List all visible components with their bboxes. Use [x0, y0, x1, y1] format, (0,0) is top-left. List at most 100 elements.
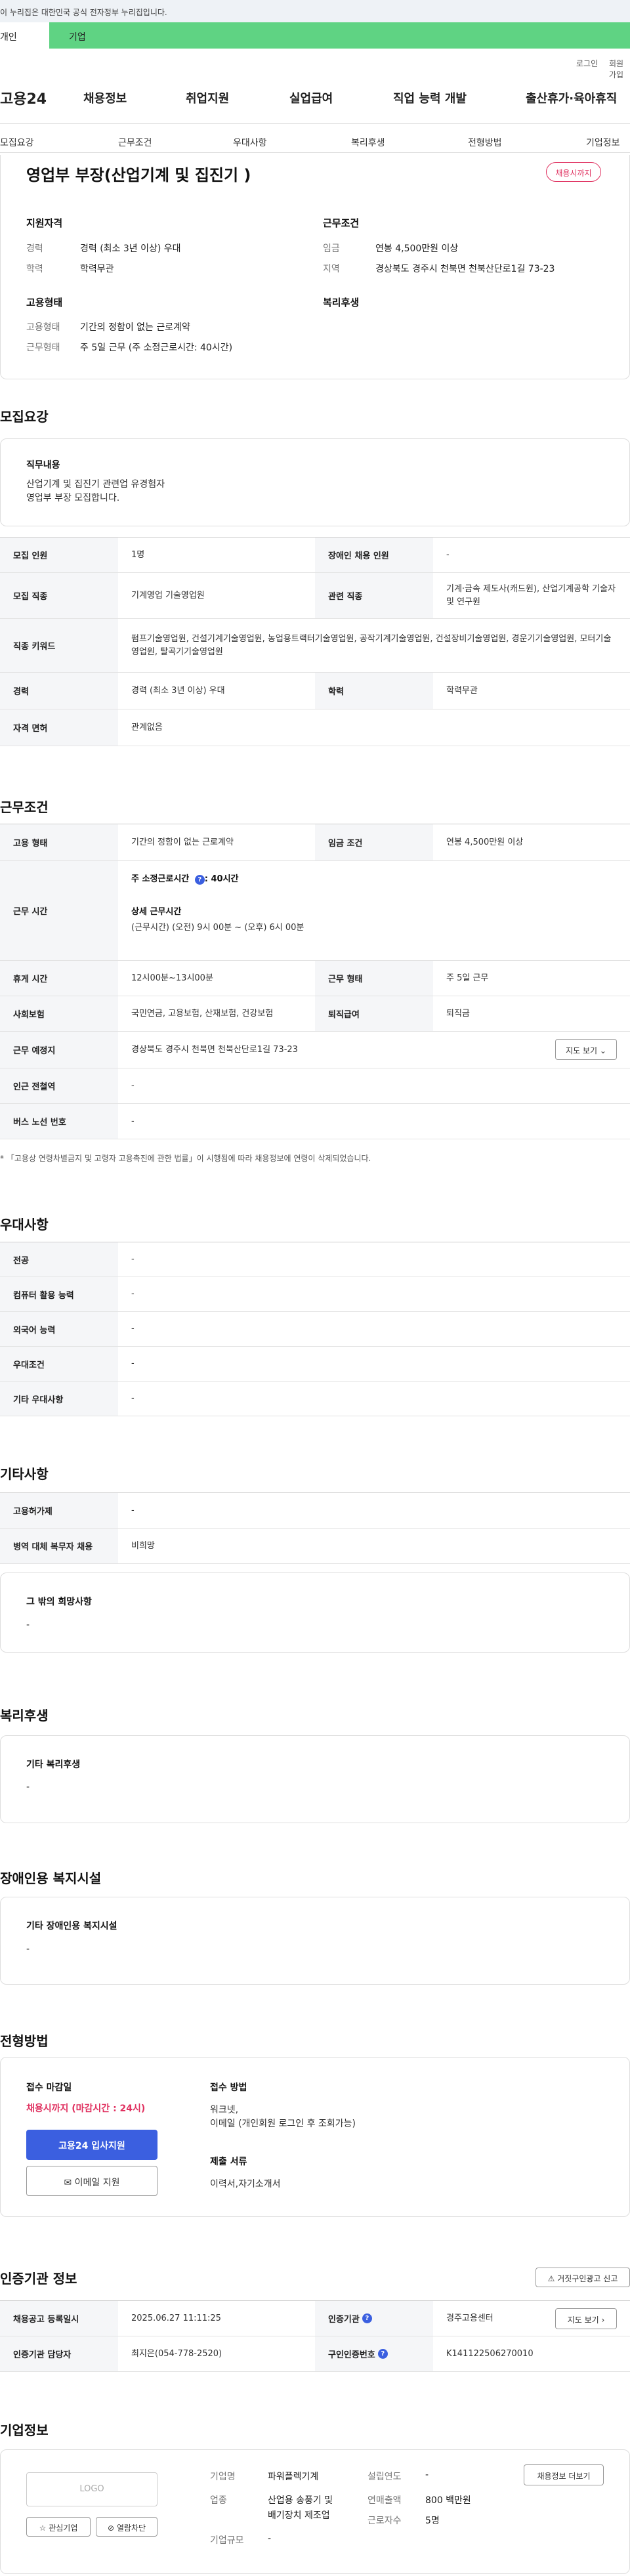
hours-cell: 주 소정근로시간 ?: 40시간 상세 근무시간 (근무시간) (오전) 9시 …	[118, 861, 630, 960]
report-button[interactable]: ⚠ 거짓구인광고 신고	[536, 2268, 630, 2287]
cert-no-label: 구인인증번호?	[315, 2336, 433, 2371]
login-link[interactable]: 로그인	[576, 58, 598, 69]
site-logo[interactable]: 고용24	[0, 87, 47, 108]
permit-value: -	[131, 1505, 135, 1515]
place-value: 경상북도 경주시 천북면 천북산단로1길 73-23	[131, 1044, 298, 1055]
hours-label: 근무 시간	[0, 861, 118, 960]
detail-hours-value: (근무시간) (오전) 9시 00분 ~ (오후) 6시 00분	[131, 923, 304, 933]
table-row: 모집 직종 기계영업 기술영업원 관련 직종 기계·금속 제도사(캐드원), 산…	[0, 573, 630, 619]
deadline-value: 채용시까지 (마감시간 : 24시)	[26, 2103, 146, 2114]
table-row: 직종 키워드 펌프기술영업원, 건설기계기술영업원, 농업용트랙터기술영업원, …	[0, 619, 630, 673]
tab-personal[interactable]: 개인	[0, 22, 49, 49]
keyword-label: 직종 키워드	[0, 619, 118, 672]
more-jobs-button[interactable]: 채용정보 더보기	[524, 2464, 604, 2485]
reg-date-value: 2025.06.27 11:11:25	[131, 2313, 221, 2323]
gnb-jobs[interactable]: 채용정보	[83, 89, 127, 106]
table-row: 버스 노선 번호 -	[0, 1104, 630, 1139]
qualification-title: 지원자격	[26, 217, 63, 229]
retire-value: 퇴직금	[446, 1008, 470, 1019]
region-label: 지역	[323, 264, 340, 274]
table-row: 고용허가제 -	[0, 1493, 630, 1529]
method-line-2: 이메일 (개인회원 로그인 후 조회가능)	[210, 2119, 356, 2129]
docs-title: 제출 서류	[210, 2157, 247, 2167]
cert-table: 채용공고 등록일시 2025.06.27 11:11:25 인증기관? 경주고용…	[0, 2300, 630, 2373]
company-name-label: 기업명	[210, 2472, 236, 2482]
facility-box	[0, 1897, 630, 1985]
email-apply-button[interactable]: ✉ 이메일 지원	[26, 2166, 158, 2196]
subnav-preference[interactable]: 우대사항	[233, 136, 267, 149]
table-row: 외국어 능력 -	[0, 1312, 630, 1347]
work-type-value: 주 5일 근무 (주 소정근로시간: 40시간)	[80, 343, 233, 353]
table-row: 병역 대체 복무자 채용 비희망	[0, 1529, 630, 1564]
weekly-hours-label: 주 소정근로시간	[131, 874, 192, 884]
headcount-label: 모집 인원	[0, 538, 118, 572]
duty-title: 직무내용	[26, 460, 60, 471]
welfare-summary-title: 복리후생	[323, 297, 360, 308]
computer-value: -	[131, 1289, 135, 1299]
agency-map-button[interactable]: 지도 보기 ›	[555, 2308, 617, 2329]
gnb-employment-support[interactable]: 취업지원	[186, 89, 229, 106]
pref-cond-label: 우대조건	[0, 1347, 118, 1381]
agency-map-label: 지도 보기	[567, 2315, 599, 2325]
place-label: 근무 예정지	[0, 1032, 118, 1068]
disabled-value: -	[446, 549, 450, 560]
bus-value: -	[131, 1116, 135, 1126]
subnav-welfare[interactable]: 복리후생	[351, 136, 385, 149]
favorite-company-button[interactable]: ☆ 관심기업	[26, 2517, 91, 2537]
info-icon[interactable]: ?	[362, 2313, 372, 2323]
manager-value: 최지은(054-778-2520)	[131, 2348, 222, 2359]
star-icon: ☆	[39, 2523, 47, 2533]
extra-wish-value: -	[26, 1620, 30, 1630]
favorite-company-label: 관심기업	[49, 2523, 78, 2533]
gnb-unemployment-benefit[interactable]: 실업급여	[289, 89, 333, 106]
facility-box-value: -	[26, 1944, 30, 1954]
table-row: 채용공고 등록일시 2025.06.27 11:11:25 인증기관? 경주고용…	[0, 2301, 630, 2336]
join-link[interactable]: 회원가입	[609, 58, 630, 80]
license-label: 자격 면허	[0, 709, 118, 746]
map-button-label: 지도 보기	[566, 1046, 598, 1055]
preference-table: 전공 - 컴퓨터 활용 능력 - 외국어 능력 - 우대조건 - 기타 우대사항 -	[0, 1242, 630, 1416]
education-value: 학력무관	[80, 264, 114, 274]
subnav-selection[interactable]: 전형방법	[468, 136, 502, 149]
apply-button[interactable]: 고용24 입사지원	[26, 2130, 158, 2160]
cert-no-value: K141122506270010	[446, 2348, 534, 2359]
recruit-section-title: 모집요강	[0, 409, 49, 425]
company-name-value: 파워플렉기계	[268, 2472, 319, 2482]
edu-row-label: 학력	[315, 673, 433, 709]
company-size-value: -	[268, 2533, 272, 2544]
subnav-conditions[interactable]: 근무조건	[118, 136, 152, 149]
age-notice: * 「고용상 연령차별금지 및 고령자 고용촉진에 관한 법률」이 시행됨에 따…	[0, 1154, 371, 1163]
tab-company[interactable]: 기업	[49, 22, 630, 49]
info-icon[interactable]: ?	[194, 875, 205, 885]
block-view-button[interactable]: ⊘ 열람차단	[96, 2517, 158, 2537]
cert-section-title: 인증기관 정보	[0, 2271, 77, 2287]
manager-label: 인증기관 담당자	[0, 2336, 118, 2371]
edu-row-value: 학력무관	[446, 685, 478, 696]
table-row: 모집 인원 1명 장애인 채용 인원 -	[0, 538, 630, 573]
insurance-label: 사회보험	[0, 996, 118, 1031]
insurance-value: 국민연금, 고용보험, 산재보험, 건강보험	[131, 1008, 274, 1019]
worktype-value: 주 5일 근무	[446, 973, 489, 983]
subnav-recruit[interactable]: 모집요강	[0, 136, 34, 149]
gov-banner-text: 이 누리집은 대한민국 공식 전자정부 누리집입니다.	[0, 8, 167, 17]
pref-cond-value: -	[131, 1359, 135, 1368]
welfare-box-value: -	[26, 1782, 30, 1792]
map-button[interactable]: 지도 보기 ⌄	[555, 1039, 617, 1060]
gnb-skills-development[interactable]: 직업 능력 개발	[393, 89, 467, 106]
gnb-parental-leave[interactable]: 출산휴가·육아휴직	[526, 89, 617, 106]
welfare-box-title: 기타 복리후생	[26, 1760, 81, 1770]
headcount-value: 1명	[131, 549, 145, 560]
subnav-divider	[0, 152, 630, 153]
age-notice-text: 「고용상 연령차별금지 및 고령자 고용촉진에 관한 법률」이 시행됨에 따라 …	[6, 1154, 371, 1163]
table-row: 인증기관 담당자 최지은(054-778-2520) 구인인증번호? K1411…	[0, 2336, 630, 2372]
industry-value-1: 산업용 송풍기 및	[268, 2495, 333, 2506]
job-value: 기계영업 기술영업원	[131, 590, 205, 601]
language-value: -	[131, 1324, 135, 1334]
block-icon: ⊘	[107, 2523, 115, 2533]
info-icon[interactable]: ?	[377, 2349, 388, 2359]
career-label: 경력	[26, 243, 43, 254]
weekly-hours: 주 소정근로시간 ?: 40시간	[131, 873, 617, 886]
subnav-company[interactable]: 기업정보	[586, 136, 620, 149]
table-row: 컴퓨터 활용 능력 -	[0, 1277, 630, 1312]
bus-label: 버스 노선 번호	[0, 1104, 118, 1139]
